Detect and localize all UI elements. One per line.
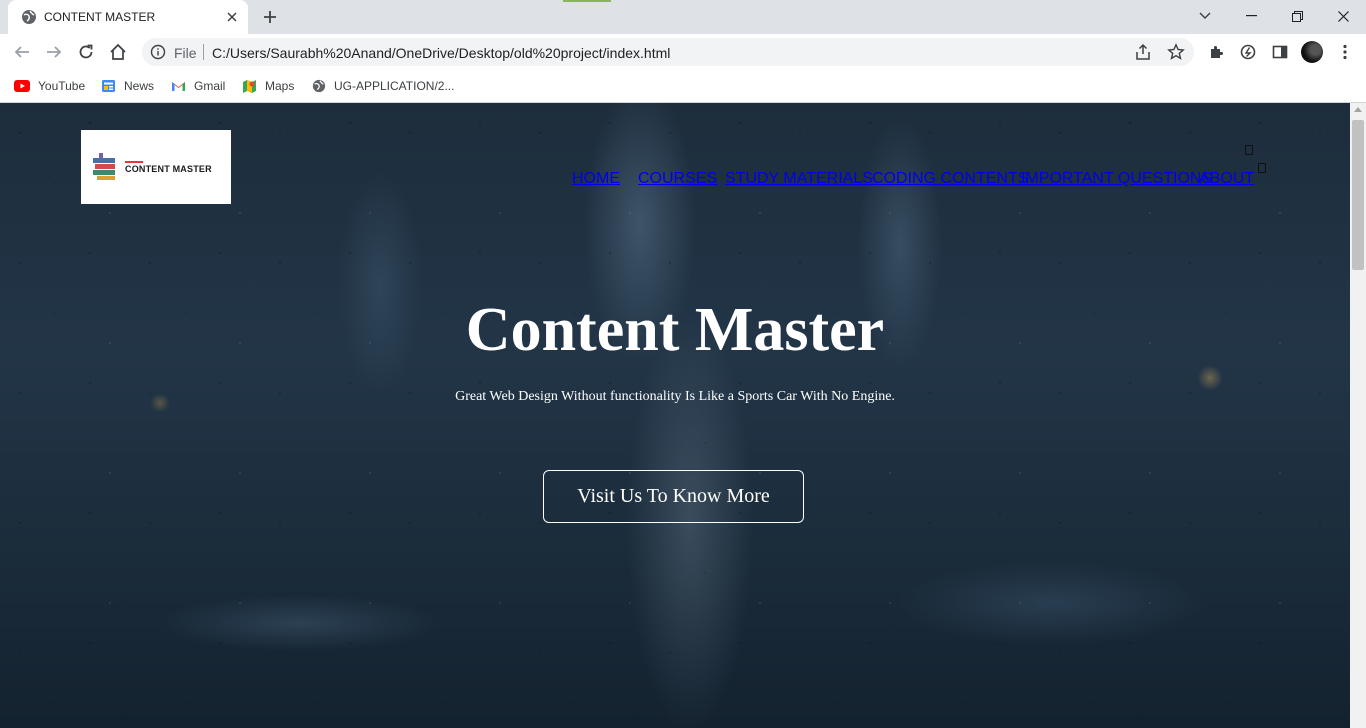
bookmarks-bar: YouTube News Gmail Maps UG-APPLICATION/2… — [0, 70, 1366, 103]
minimize-button[interactable] — [1228, 2, 1274, 30]
browser-toolbar: File C:/Users/Saurabh%20Anand/OneDrive/D… — [0, 34, 1366, 70]
logo-text: CONTENT MASTER — [125, 164, 212, 174]
missing-glyph-icon — [1245, 145, 1253, 155]
bookmark-label: Maps — [265, 79, 295, 93]
forward-button[interactable] — [40, 38, 68, 66]
home-icon — [110, 43, 126, 60]
nav-important-questions[interactable]: IMPORTANT QUESTIONS — [1021, 170, 1212, 190]
nav-about[interactable]: ABOUT — [1199, 170, 1254, 190]
speedometer-icon — [1240, 44, 1256, 60]
omnibox-divider — [203, 44, 204, 60]
page-viewport: CONTENT MASTER HOME COURSES STUDY MATERI… — [0, 103, 1350, 728]
menu-button[interactable] — [1331, 38, 1359, 66]
back-button[interactable] — [8, 38, 36, 66]
tab-strip-accent — [563, 0, 611, 2]
close-icon — [1337, 10, 1349, 22]
youtube-icon — [14, 80, 30, 92]
nav-coding-contents[interactable]: CODING CONTENTS — [872, 170, 1028, 190]
new-tab-button[interactable] — [258, 6, 282, 28]
more-vert-icon — [1343, 44, 1347, 60]
reload-icon — [79, 44, 93, 59]
bookmark-youtube[interactable]: YouTube — [14, 76, 85, 96]
browser-tab[interactable]: CONTENT MASTER — [8, 0, 248, 34]
bookmark-label: YouTube — [38, 79, 86, 93]
extensions-button[interactable] — [1202, 38, 1230, 66]
close-tab-icon[interactable] — [222, 7, 242, 27]
info-icon[interactable] — [150, 44, 166, 60]
scroll-up-arrow-icon[interactable] — [1354, 107, 1362, 112]
chevron-down-icon — [1199, 12, 1211, 19]
visit-us-button[interactable]: Visit Us To Know More — [543, 470, 804, 523]
share-icon[interactable] — [1134, 43, 1152, 61]
bookmark-ug-application[interactable]: UG-APPLICATION/2... — [312, 76, 454, 96]
bookmark-label: UG-APPLICATION/2... — [334, 79, 455, 93]
bookmark-label: Gmail — [194, 79, 226, 93]
puzzle-icon — [1211, 46, 1223, 58]
tab-title: CONTENT MASTER — [44, 10, 156, 24]
home-button[interactable] — [104, 38, 132, 66]
restore-icon — [1291, 10, 1303, 22]
bookmark-gmail[interactable]: Gmail — [171, 76, 225, 96]
bookmark-label: News — [124, 79, 155, 93]
logo-accent-bar — [125, 161, 143, 163]
nav-study-materials[interactable]: STUDY MATERIALS — [725, 170, 873, 190]
performance-button[interactable] — [1234, 38, 1262, 66]
reload-button[interactable] — [72, 38, 100, 66]
maps-icon — [243, 79, 256, 93]
scroll-thumb[interactable] — [1352, 120, 1364, 270]
url-text[interactable]: C:/Users/Saurabh%20Anand/OneDrive/Deskto… — [212, 45, 670, 61]
side-panel-icon — [1272, 45, 1288, 59]
globe-icon — [312, 79, 326, 93]
tab-search-button[interactable] — [1182, 2, 1228, 30]
plus-icon — [264, 11, 276, 23]
hero-subtitle: Great Web Design Without functionality I… — [455, 389, 895, 404]
arrow-left-icon — [14, 46, 29, 58]
page-scrollbar[interactable] — [1350, 103, 1366, 728]
books-logo-icon — [93, 153, 115, 180]
globe-icon — [22, 10, 36, 24]
restore-button[interactable] — [1274, 2, 1320, 30]
missing-glyph-icon — [1258, 163, 1266, 173]
nav-courses[interactable]: COURSES — [638, 170, 717, 190]
arrow-right-icon — [47, 46, 62, 58]
nav-home[interactable]: HOME — [572, 170, 620, 190]
bookmark-star-icon[interactable] — [1167, 43, 1185, 61]
hero-title: Content Master — [465, 296, 885, 364]
close-window-button[interactable] — [1320, 2, 1366, 30]
gmail-icon — [172, 82, 185, 91]
minimize-icon — [1245, 15, 1257, 17]
profile-avatar[interactable] — [1301, 41, 1323, 63]
tab-strip: CONTENT MASTER — [0, 0, 1366, 34]
url-scheme-label: File — [174, 45, 197, 61]
news-icon — [102, 80, 115, 92]
address-bar[interactable]: File C:/Users/Saurabh%20Anand/OneDrive/D… — [142, 38, 1194, 66]
side-panel-button[interactable] — [1266, 38, 1294, 66]
bookmark-news[interactable]: News — [101, 76, 154, 96]
site-logo[interactable]: CONTENT MASTER — [81, 130, 231, 204]
bookmark-maps[interactable]: Maps — [242, 76, 294, 96]
